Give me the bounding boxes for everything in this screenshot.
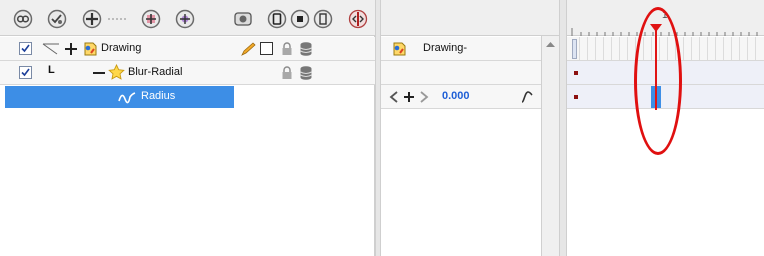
timeline-window: Drawing L Blur-Radial Radius Drawing- 0.… [0,0,764,256]
lock-icon[interactable] [281,66,293,80]
add-layer-icon[interactable] [82,9,102,29]
layer-name: Blur-Radial [128,66,183,78]
highlight-circle-annotation [634,7,682,155]
show-all-icon[interactable] [267,9,287,29]
add-drawing-icon[interactable] [141,9,161,29]
value-row-blur [381,61,541,85]
show-hide-icon[interactable] [47,9,67,29]
parent-link-icon [42,43,59,55]
radius-value[interactable]: 0.000 [442,90,470,102]
stack-icon[interactable] [299,41,313,57]
pencil-icon[interactable] [240,42,256,56]
indent-marker: L [48,64,55,76]
outline-icon[interactable] [313,9,333,29]
keyframe-marker[interactable] [574,95,578,99]
onion-skin-icon[interactable] [13,9,33,29]
stack-icon[interactable] [299,65,313,81]
expand-icon[interactable] [64,42,78,56]
drawing-layer-icon [393,42,406,56]
solo-icon[interactable] [290,9,310,29]
value-panel: Drawing- 0.000 [381,0,559,256]
layer-name: Drawing [101,42,142,54]
layers-panel: Drawing L Blur-Radial Radius [0,0,375,256]
value-row-radius[interactable]: 0.000 [381,85,541,109]
vertical-scrollbar[interactable] [541,36,559,256]
function-curve-icon[interactable] [520,90,534,104]
expand-timeline-icon[interactable] [348,9,368,29]
star-icon [108,64,125,80]
color-swatch[interactable] [260,42,273,55]
collapse-icon[interactable] [106,9,128,29]
layer-row-radius[interactable]: Radius [5,86,234,108]
layer-row-blur-radial[interactable]: L Blur-Radial [0,61,375,85]
collapse-icon[interactable] [92,66,106,80]
lock-icon[interactable] [281,42,293,56]
navigate-keyframe-icon[interactable] [389,91,429,103]
timeline-panel: 1 [567,0,764,256]
scroll-up-icon[interactable] [546,41,555,47]
panel-splitter[interactable] [559,0,567,256]
drawing-name: Drawing- [423,42,468,54]
layer-name: Radius [141,90,176,102]
add-peg-icon[interactable] [175,9,195,29]
layer-toolbar [0,0,375,36]
camera-icon[interactable] [233,9,253,29]
keyframe-marker[interactable] [574,71,578,75]
drawing-exposure[interactable] [572,39,577,59]
layer-row-drawing[interactable]: Drawing [0,37,375,61]
value-panel-header [381,0,559,36]
value-row-drawing[interactable]: Drawing- [381,37,541,61]
enable-checkbox[interactable] [19,66,32,79]
drawing-layer-icon [84,42,97,56]
curve-icon [118,92,136,104]
enable-checkbox[interactable] [19,42,32,55]
